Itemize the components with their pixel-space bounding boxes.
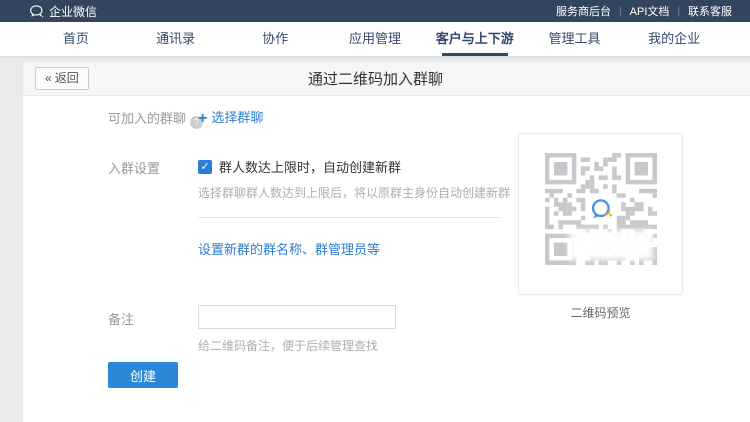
- nav-tab-customers[interactable]: 客户与上下游: [425, 22, 525, 56]
- page-title: 通过二维码加入群聊: [23, 68, 728, 89]
- remark-input[interactable]: [198, 305, 396, 329]
- nav-tab-collaboration[interactable]: 协作: [225, 22, 325, 56]
- wechat-work-logo[interactable]: 企业微信: [30, 3, 97, 20]
- nav-tab-contacts[interactable]: 通讯录: [126, 22, 226, 56]
- logo-text: 企业微信: [49, 3, 97, 20]
- topbar-links: 服务商后台 | API文档 | 联系客服: [548, 3, 740, 19]
- blurred-region: [569, 230, 653, 260]
- back-chevrons-icon: «: [45, 71, 52, 85]
- auto-create-group-checkbox-label: 群人数达上限时，自动创建新群: [219, 157, 401, 176]
- api-docs-link[interactable]: API文档: [622, 3, 678, 19]
- wechat-work-bubble-icon: [588, 196, 615, 223]
- qr-preview-caption: 二维码预览: [518, 304, 683, 321]
- remark-label: 备注: [108, 309, 134, 328]
- plus-icon: +: [198, 110, 207, 127]
- nav-tab-home[interactable]: 首页: [26, 22, 126, 56]
- provider-console-link[interactable]: 服务商后台: [548, 3, 619, 19]
- nav-tab-app-management[interactable]: 应用管理: [325, 22, 425, 56]
- auto-create-group-row: ✓ 群人数达上限时，自动创建新群: [198, 157, 401, 176]
- create-button[interactable]: 创建: [108, 362, 178, 388]
- section-divider: [198, 217, 501, 218]
- joinable-group-label: 可加入的群聊?: [108, 108, 203, 129]
- chat-bubble-icon: [30, 5, 44, 18]
- new-group-settings-link[interactable]: 设置新群的群名称、群管理员等: [198, 239, 380, 258]
- select-group-label: 选择群聊: [211, 110, 263, 125]
- join-settings-hint: 选择群聊群人数达到上限后，将以原群主身份自动创建新群: [198, 184, 510, 201]
- remark-hint: 给二维码备注，便于后续管理查找: [198, 337, 378, 354]
- back-button[interactable]: « 返回: [35, 67, 89, 89]
- panel-body: 可加入的群聊? + 选择群聊 入群设置 ✓ 群人数达上限时，自动创建新群 选择群聊…: [23, 96, 750, 420]
- auto-create-group-checkbox[interactable]: ✓: [198, 160, 212, 174]
- qr-preview-card: [518, 133, 683, 295]
- nav-tab-my-company[interactable]: 我的企业: [624, 22, 724, 56]
- main-nav: 首页 通讯录 协作 应用管理 客户与上下游 管理工具 我的企业: [0, 22, 750, 56]
- contact-support-link[interactable]: 联系客服: [680, 3, 740, 19]
- nav-tab-admin-tools[interactable]: 管理工具: [525, 22, 625, 56]
- select-group-link[interactable]: + 选择群聊: [198, 107, 263, 128]
- join-settings-label: 入群设置: [108, 158, 160, 177]
- page-background: « 返回 通过二维码加入群聊 可加入的群聊? + 选择群聊 入群设置 ✓ 群人数达…: [0, 56, 750, 422]
- panel-header: « 返回 通过二维码加入群聊: [23, 62, 750, 96]
- content-panel: « 返回 通过二维码加入群聊 可加入的群聊? + 选择群聊 入群设置 ✓ 群人数达…: [23, 62, 750, 422]
- back-button-label: 返回: [55, 71, 79, 85]
- topbar: 企业微信 服务商后台 | API文档 | 联系客服: [0, 0, 750, 22]
